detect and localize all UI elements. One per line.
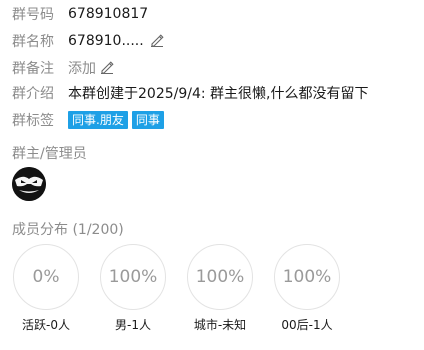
group-remark-row[interactable]: 群备注 添加 [12, 58, 114, 78]
group-name-row[interactable]: 群名称 678910..... [12, 31, 164, 51]
avatar-graphic [12, 167, 46, 201]
active-stat-caption: 活跃-0人 [22, 318, 70, 332]
owner-avatar[interactable] [12, 167, 46, 201]
group-intro-row: 群介绍 本群创建于2025/9/4: 群主很懒,什么都没有留下 [12, 83, 369, 103]
group-tags-label: 群标签 [12, 113, 54, 129]
age-stat-circle[interactable]: 100% [274, 244, 340, 310]
group-remark-label: 群备注 [12, 61, 54, 77]
group-id-value: 678910817 [68, 6, 149, 22]
group-tag[interactable]: 同事 [131, 111, 164, 129]
group-name-label: 群名称 [12, 34, 54, 50]
city-stat-caption: 城市-未知 [193, 318, 247, 332]
gender-stat-caption: 男-1人 [115, 318, 151, 332]
group-id-label: 群号码 [12, 7, 54, 23]
group-intro-value: 本群创建于2025/9/4: 群主很懒,什么都没有留下 [68, 86, 369, 102]
group-name-value: 678910..... [68, 33, 144, 49]
active-stat-circle[interactable]: 0% [13, 244, 79, 310]
group-tags-row: 群标签 同事.朋友 同事 [12, 110, 168, 130]
group-id-row: 群号码 678910817 [12, 4, 148, 24]
edit-remark-icon[interactable] [100, 59, 114, 78]
add-remark-link[interactable]: 添加 [68, 58, 96, 78]
group-intro-label: 群介绍 [12, 86, 54, 102]
group-tag[interactable]: 同事.朋友 [68, 111, 128, 129]
edit-name-icon[interactable] [150, 32, 164, 51]
age-stat-caption: 00后-1人 [281, 318, 333, 332]
gender-stat-circle[interactable]: 100% [100, 244, 166, 310]
admins-section-title: 群主/管理员 [12, 146, 87, 162]
members-section-title: 成员分布 (1/200) [12, 222, 124, 238]
city-stat-circle[interactable]: 100% [187, 244, 253, 310]
